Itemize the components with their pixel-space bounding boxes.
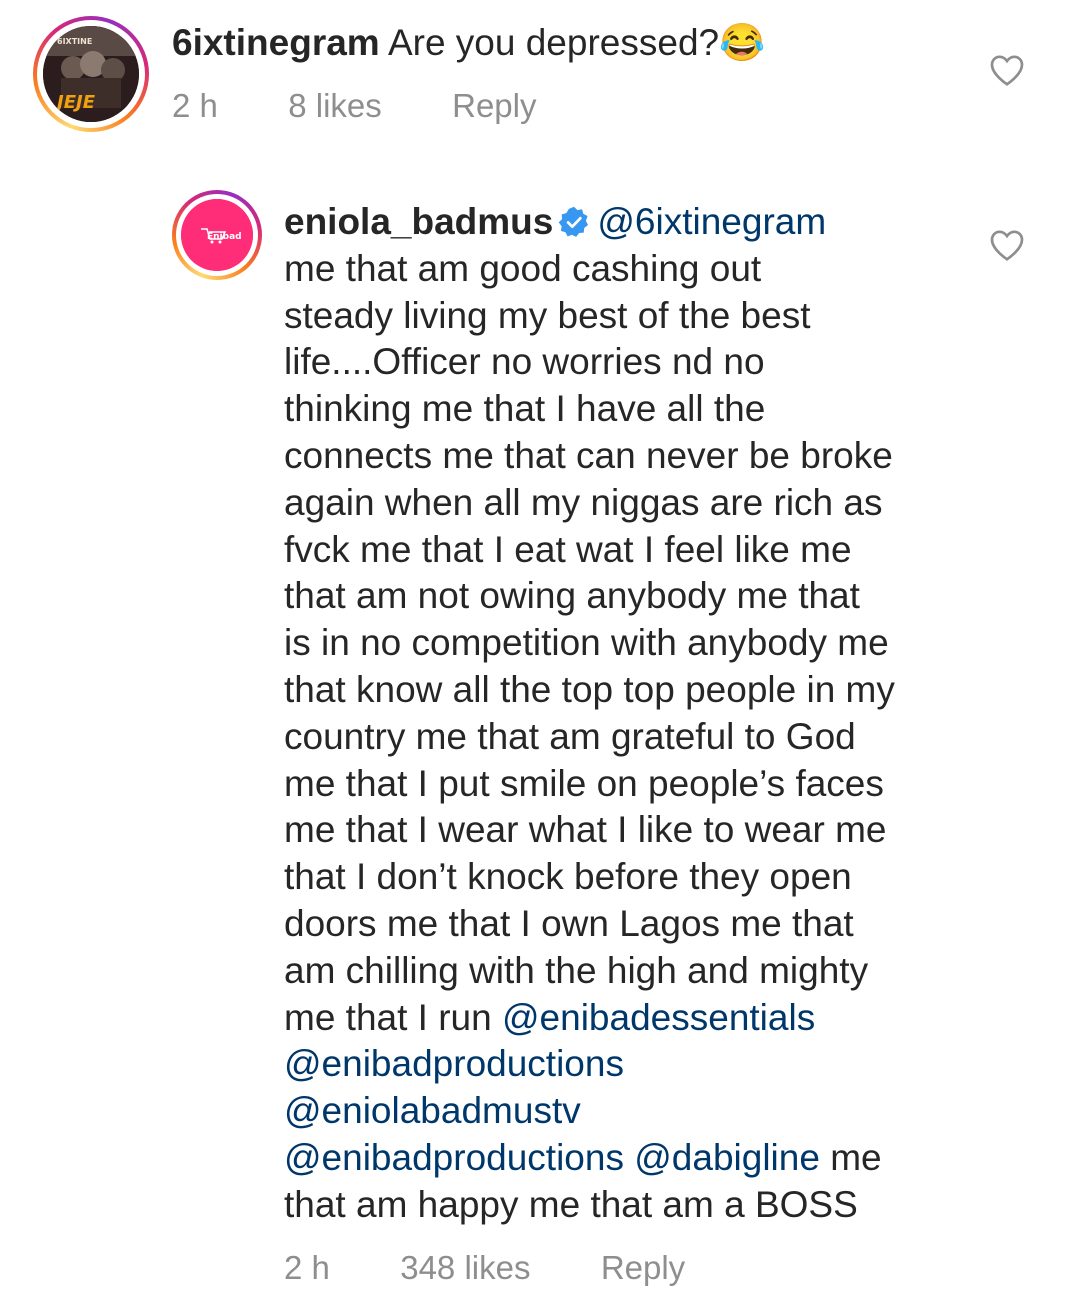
mention-link[interactable]: @enibadessentials	[502, 997, 815, 1038]
mention-link[interactable]: @6ixtinegram	[597, 201, 826, 242]
heart-icon[interactable]	[989, 228, 1025, 262]
avatar-enibad-text: Enibad	[207, 232, 242, 242]
svg-text:6IXTINE: 6IXTINE	[57, 37, 92, 46]
comment-body: Are you depressed?😂	[379, 22, 766, 63]
username[interactable]: 6ixtinegram	[172, 22, 380, 63]
comment-meta: 2 h 8 likes Reply	[172, 87, 536, 125]
reply-button[interactable]: Reply	[452, 87, 536, 125]
timestamp: 2 h	[172, 87, 218, 124]
likes-count[interactable]: 8 likes	[288, 87, 382, 125]
avatar-image: 6IXTINE JEJE	[43, 26, 139, 122]
comment-body: me that am good cashing out steady livin…	[284, 247, 895, 1038]
avatar-image: Enibad	[181, 199, 253, 271]
avatar-jeje-text: JEJE	[54, 92, 96, 113]
mention-link[interactable]: @enibadproductions	[284, 1043, 624, 1084]
verified-badge-icon	[559, 206, 589, 237]
avatar[interactable]: Enibad	[181, 199, 253, 271]
mention-link[interactable]: @eniolabadmustv	[284, 1090, 581, 1131]
username[interactable]: eniola_badmus	[284, 201, 553, 242]
reply-button[interactable]: Reply	[601, 1249, 685, 1287]
mention-link[interactable]: @dabigline	[634, 1137, 820, 1178]
heart-icon[interactable]	[989, 53, 1025, 87]
comment-text: 6ixtinegram Are you depressed?😂	[172, 20, 932, 67]
comment-text: eniola_badmus @6ixtinegram me that am goo…	[284, 199, 984, 1229]
mention-link[interactable]: @enibadproductions	[284, 1137, 624, 1178]
timestamp: 2 h	[284, 1249, 330, 1286]
likes-count[interactable]: 348 likes	[400, 1249, 530, 1287]
avatar[interactable]: 6IXTINE JEJE	[43, 26, 139, 122]
comment-meta: 2 h 348 likes Reply	[284, 1249, 685, 1287]
